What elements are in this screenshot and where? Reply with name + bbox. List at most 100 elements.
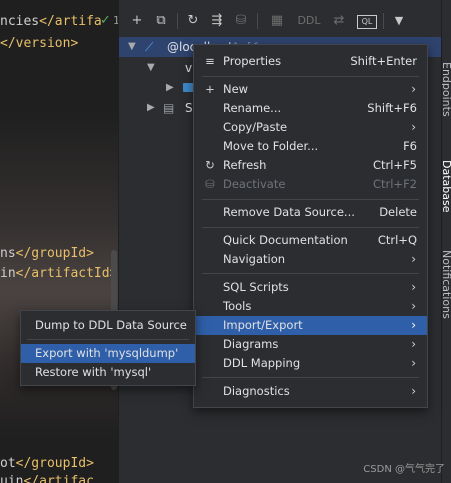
- chevron-right-icon: ›: [411, 120, 416, 134]
- chevron-down-icon[interactable]: ▼: [147, 58, 155, 78]
- menu-item-label: Refresh: [223, 158, 267, 172]
- menu-item-ddl-mapping[interactable]: DDL Mapping ›: [194, 354, 427, 373]
- menu-item-move-to-folder[interactable]: Move to Folder... F6: [194, 137, 427, 156]
- menu-item-label: Properties: [223, 54, 282, 68]
- menu-item-label: Deactivate: [223, 177, 286, 191]
- menu-item-rename[interactable]: Rename... Shift+F6: [194, 99, 427, 118]
- code-line: in</artifactId>: [0, 266, 117, 282]
- menu-item-import-export[interactable]: Import/Export ›: [194, 316, 427, 335]
- menu-item-navigation[interactable]: Navigation ›: [194, 250, 427, 269]
- code-tag: </version>: [0, 36, 79, 51]
- code-text: uin: [0, 474, 24, 483]
- datasource-icon: ⟋: [145, 40, 154, 54]
- submenu-item-restore-mysql[interactable]: Restore with 'mysql': [21, 363, 195, 382]
- schema-icon[interactable]: ⇶: [209, 12, 225, 30]
- submenu-item-label: Dump to DDL Data Source: [35, 318, 187, 332]
- menu-item-new[interactable]: + New ›: [194, 80, 427, 99]
- code-line: ot</groupId>: [0, 456, 94, 472]
- chevron-right-icon: ›: [411, 280, 416, 294]
- menu-separator: [202, 377, 419, 378]
- chevron-right-icon: ›: [411, 356, 416, 370]
- menu-item-tools[interactable]: Tools ›: [194, 297, 427, 316]
- refresh-icon[interactable]: ↻: [185, 12, 201, 30]
- menu-separator: [202, 227, 419, 228]
- menu-item-quick-documentation[interactable]: Quick Documentation Ctrl+Q: [194, 231, 427, 250]
- chevron-right-icon: ›: [411, 82, 416, 96]
- code-editor[interactable]: ncies</artifa </version> ns</groupId> in…: [0, 0, 118, 483]
- notifications-tab[interactable]: Notifications: [442, 250, 451, 319]
- toolbar-divider: [257, 13, 258, 29]
- context-menu: ≡ Properties Shift+Enter + New › Rename.…: [193, 44, 428, 408]
- query-console-icon[interactable]: QL: [357, 15, 377, 29]
- code-tag: </artifa: [39, 14, 102, 29]
- check-icon[interactable]: ✓: [100, 13, 111, 28]
- import-export-submenu: Dump to DDL Data Source Export with 'mys…: [20, 310, 196, 386]
- code-line: ns</groupId>: [0, 246, 94, 262]
- filter-icon[interactable]: ▼: [391, 12, 407, 30]
- tree-schema-label: S: [185, 101, 193, 115]
- submenu-item-dump-to-ddl[interactable]: Dump to DDL Data Source: [21, 316, 195, 335]
- menu-item-diagnostics[interactable]: Diagnostics ›: [194, 382, 427, 401]
- copy-icon[interactable]: ⧉: [153, 12, 169, 30]
- menu-item-remove-data-source[interactable]: Remove Data Source... Delete: [194, 203, 427, 222]
- menu-separator: [202, 199, 419, 200]
- code-line: </version>: [0, 36, 78, 52]
- menu-item-shortcut: Shift+Enter: [350, 54, 417, 68]
- menu-separator: [202, 76, 419, 77]
- menu-item-sql-scripts[interactable]: SQL Scripts ›: [194, 278, 427, 297]
- database-tab[interactable]: Database: [442, 160, 451, 213]
- watermark: CSDN @气气完了: [363, 464, 445, 475]
- menu-item-label: DDL Mapping: [223, 356, 301, 370]
- menu-item-label: Move to Folder...: [223, 139, 319, 153]
- chevron-down-icon[interactable]: ▼: [128, 37, 136, 57]
- menu-item-shortcut: Ctrl+Q: [377, 233, 417, 247]
- jump-icon[interactable]: ⇄: [331, 12, 347, 30]
- menu-item-label: Remove Data Source...: [223, 205, 355, 219]
- code-line: ncies</artifa: [0, 14, 102, 30]
- menu-item-properties[interactable]: ≡ Properties Shift+Enter: [194, 52, 427, 71]
- ddl-button[interactable]: DDL: [295, 12, 323, 30]
- toolbar-divider: [383, 13, 384, 29]
- submenu-item-label: Export with 'mysqldump': [35, 346, 179, 360]
- table-icon[interactable]: ▦: [269, 12, 285, 30]
- submenu-item-label: Restore with 'mysql': [35, 365, 152, 379]
- menu-item-shortcut: F6: [403, 139, 417, 153]
- code-tag: </artifactId>: [15, 266, 118, 281]
- toolbar-divider: [177, 13, 178, 29]
- code-text: in: [0, 266, 16, 281]
- menu-item-label: SQL Scripts: [223, 280, 289, 294]
- chevron-right-icon: ›: [411, 337, 416, 351]
- menu-item-label: Rename...: [223, 101, 282, 115]
- menu-item-label: Quick Documentation: [223, 233, 348, 247]
- menu-item-label: New: [223, 82, 249, 96]
- menu-item-label: Tools: [223, 299, 252, 313]
- code-tag: </groupId>: [15, 456, 94, 471]
- endpoints-tab[interactable]: Endpoints: [442, 62, 451, 117]
- menu-item-refresh[interactable]: ↻ Refresh Ctrl+F5: [194, 156, 427, 175]
- menu-item-label: Import/Export: [223, 318, 303, 332]
- code-tag: </artifac: [23, 474, 94, 483]
- menu-item-diagrams[interactable]: Diagrams ›: [194, 335, 427, 354]
- properties-icon: ≡: [205, 54, 215, 68]
- menu-item-shortcut: Ctrl+F5: [372, 158, 417, 172]
- tree-child-label: v: [185, 61, 193, 75]
- submenu-item-export-mysqldump[interactable]: Export with 'mysqldump': [21, 344, 195, 363]
- right-tool-strip: Endpoints Database Notifications: [441, 0, 451, 483]
- chevron-right-icon[interactable]: ▶: [147, 98, 155, 118]
- database-toolbar: + ⧉ ↻ ⇶ ⛁ ▦ DDL ⇄ QL ▼: [119, 8, 442, 34]
- menu-item-label: Diagrams: [223, 337, 279, 351]
- chevron-right-icon[interactable]: ▶: [166, 78, 174, 98]
- code-text: ns: [0, 246, 16, 261]
- menu-item-copy-paste[interactable]: Copy/Paste ›: [194, 118, 427, 137]
- code-text: ncies: [0, 14, 40, 29]
- schema-icon: ▤: [163, 101, 175, 115]
- add-icon[interactable]: +: [129, 12, 145, 30]
- menu-separator: [202, 273, 419, 274]
- database-icon: ⛁: [205, 177, 215, 191]
- menu-separator: [27, 339, 189, 340]
- menu-item-label: Copy/Paste: [223, 120, 288, 134]
- menu-item-label: Navigation: [223, 252, 286, 266]
- menu-item-shortcut: Shift+F6: [367, 101, 417, 115]
- chevron-right-icon: ›: [411, 252, 416, 266]
- database-icon[interactable]: ⛁: [233, 12, 249, 30]
